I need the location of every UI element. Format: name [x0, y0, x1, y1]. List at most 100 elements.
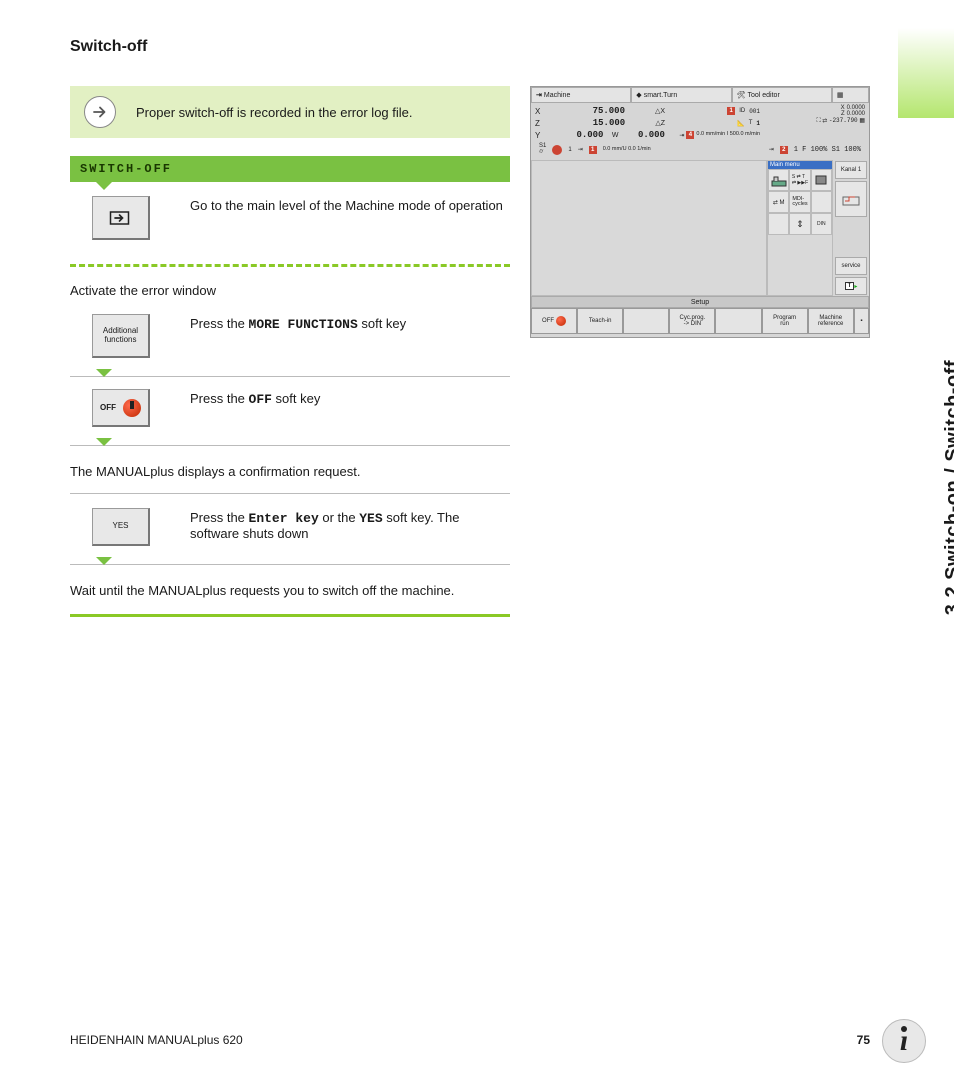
menu-cell-6[interactable]	[811, 191, 832, 213]
menu-cell-5[interactable]: MDI- cycles	[789, 191, 810, 213]
page-content: Switch-off Proper switch-off is recorded…	[0, 0, 870, 623]
setup-bar: Setup	[531, 296, 869, 308]
text-pre: Press the	[190, 510, 249, 525]
menu-cell-9[interactable]: DIN	[811, 213, 832, 235]
sr-val: 1 F 100% S1 100%	[794, 146, 861, 154]
menu-cell-1[interactable]	[768, 169, 789, 191]
two-column-layout: Proper switch-off is recorded in the err…	[70, 86, 870, 623]
page-footer: HEIDENHAIN MANUALplus 620 75	[70, 1033, 870, 1047]
side-tab-gradient	[898, 28, 954, 398]
softkey-label: YES	[112, 522, 128, 531]
id-val: 001	[749, 108, 760, 115]
info-icon: ı	[882, 1019, 926, 1063]
additional-functions-softkey[interactable]: Additional functions	[92, 314, 150, 358]
text-bold: MORE FUNCTIONS	[249, 317, 358, 332]
stop-icon	[552, 145, 562, 155]
machine-screenshot: ⇥Machine ◆smart.Turn 🛠Tool editor ▦ X75.…	[530, 86, 870, 338]
tab-tool-editor[interactable]: 🛠Tool editor	[732, 87, 832, 103]
confirm-line: The MANUALplus displays a confirmation r…	[70, 458, 510, 489]
side-solid	[898, 118, 954, 398]
note-block: Proper switch-off is recorded in the err…	[70, 86, 510, 138]
feed2: 0.0 mm/U 0.0 1/min	[603, 147, 651, 153]
override-bar: S1⌭ 1 ⇥1 0.0 mm/U 0.0 1/min ⇥2 1 F 100% …	[535, 141, 865, 158]
yes-softkey[interactable]: YES	[92, 508, 150, 546]
side-gradient	[898, 28, 954, 118]
footer-left: HEIDENHAIN MANUALplus 620	[70, 1033, 243, 1047]
ov-icon: 4	[686, 131, 694, 139]
sk-program-run[interactable]: Program run	[762, 308, 808, 334]
tab-smart-turn[interactable]: ◆smart.Turn	[631, 87, 731, 103]
softkey-col: Additional functions	[70, 314, 170, 358]
work-area	[531, 160, 767, 296]
step-goto-main: Go to the main level of the Machine mode…	[70, 190, 510, 254]
step-text: Press the MORE FUNCTIONS soft key	[190, 314, 510, 332]
off-key-content: OFF	[100, 399, 141, 417]
step-text: Press the OFF soft key	[190, 389, 510, 407]
ov-box: 1	[589, 146, 597, 154]
dro-x: 75.000	[571, 106, 625, 116]
step-more-functions: Additional functions Press the MORE FUNC…	[70, 308, 510, 372]
menu-cell-2[interactable]: S ⇄ T ⇄ ▶▶F	[789, 169, 810, 191]
wait-line: Wait until the MANUALplus requests you t…	[70, 577, 510, 608]
coord-val: -237.790	[829, 117, 858, 124]
main-level-softkey[interactable]	[92, 196, 150, 240]
step-yes: YES Press the Enter key or the YES soft …	[70, 508, 510, 560]
text-post: soft key	[358, 316, 406, 331]
tab-label: Machine	[544, 92, 570, 99]
sk-off[interactable]: OFF	[531, 308, 577, 334]
side-service-button[interactable]: service	[835, 257, 867, 275]
tab-extra[interactable]: ▦	[832, 87, 869, 103]
dro-z: 15.000	[571, 118, 625, 128]
text-mid: or the	[319, 510, 359, 525]
step-off: OFF Press the OFF soft key	[70, 389, 510, 441]
ov1: 1	[568, 147, 571, 153]
menu-cell-8[interactable]: ⇕	[789, 213, 810, 235]
side-spacer	[833, 218, 869, 256]
note-text: Proper switch-off is recorded in the err…	[136, 105, 413, 120]
sk-scroll[interactable]: ▪	[854, 308, 869, 334]
dro-readout: X75.000△X Z15.000△Z Y0.000W0.000 1ID001 …	[531, 103, 869, 160]
step-pointer-icon	[96, 557, 112, 565]
side-graphic-button[interactable]	[835, 181, 867, 217]
softkey-col: OFF	[70, 389, 170, 427]
activate-error-line: Activate the error window	[70, 277, 510, 308]
spacer	[70, 138, 510, 156]
main-menu-panel: Main menu S ⇄ T ⇄ ▶▶F ⇄ M MDI- cycles ⇕ …	[767, 160, 833, 296]
feed-rates: 0.0 mm/min I 500.0 m/min	[696, 132, 760, 138]
sk-label: OFF	[542, 318, 554, 324]
sk-cyc-prog[interactable]: Cyc.prog. -> DIN	[669, 308, 715, 334]
text-post: soft key	[272, 391, 320, 406]
text-bold: Enter key	[249, 511, 319, 526]
menu-cell-7[interactable]	[768, 213, 789, 235]
off-label: OFF	[100, 403, 116, 412]
main-menu-header: Main menu	[768, 161, 832, 169]
end-separator	[70, 614, 510, 617]
emergency-stop-icon	[123, 399, 141, 417]
text-bold: OFF	[249, 392, 272, 407]
sk-empty1[interactable]	[623, 308, 669, 334]
sk-empty2[interactable]	[715, 308, 761, 334]
note-arrow-icon	[84, 96, 116, 128]
separator	[70, 445, 510, 446]
menu-cell-3[interactable]	[811, 169, 832, 191]
tab-machine[interactable]: ⇥Machine	[531, 87, 631, 103]
softkey-label: Additional functions	[93, 327, 148, 345]
separator	[70, 376, 510, 377]
screen-main-area: Main menu S ⇄ T ⇄ ▶▶F ⇄ M MDI- cycles ⇕ …	[531, 160, 869, 296]
text-pre: Press the	[190, 391, 249, 406]
dashed-separator	[70, 264, 510, 267]
menu-cell-4[interactable]: ⇄ M	[768, 191, 789, 213]
tab-label: smart.Turn	[644, 92, 678, 99]
screen-tabs: ⇥Machine ◆smart.Turn 🛠Tool editor ▦	[531, 87, 869, 103]
text-bold2: YES	[359, 511, 382, 526]
sk-machine-ref[interactable]: Machine reference	[808, 308, 854, 334]
side-chapter-label: 3.2 Switch-on / Switch-off	[942, 360, 954, 615]
spacer	[70, 494, 510, 508]
step-text: Press the Enter key or the YES soft key.…	[190, 508, 510, 541]
side-t-button[interactable]: T▸	[835, 277, 867, 295]
sk-teach-in[interactable]: Teach-in	[577, 308, 623, 334]
side-kanal-button[interactable]: Kanal 1	[835, 161, 867, 179]
off-softkey[interactable]: OFF	[92, 389, 150, 427]
left-column: Proper switch-off is recorded in the err…	[70, 86, 510, 623]
task-header-pointer-icon	[96, 182, 112, 190]
